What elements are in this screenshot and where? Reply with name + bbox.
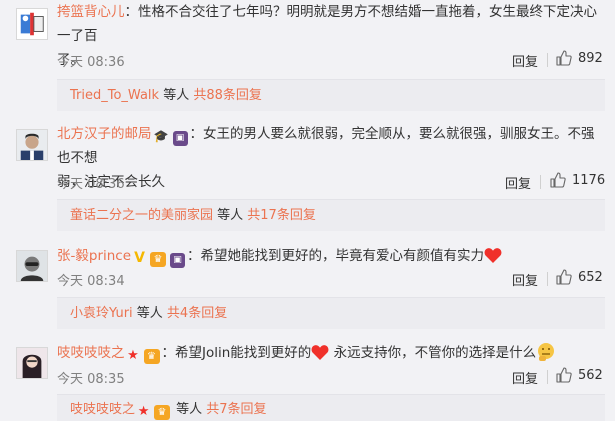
- star-badge-icon: ★: [127, 348, 139, 363]
- vip-crown-icon: ♛: [143, 349, 160, 364]
- like-count: 892: [578, 50, 603, 66]
- timestamp: 今天 08:34: [57, 274, 125, 289]
- timestamp: 今天 08:36: [57, 55, 125, 70]
- reply-count-link[interactable]: 共88条回复: [193, 88, 262, 103]
- reply-summary[interactable]: Tried_To_Walk 等人 共88条回复: [57, 79, 605, 111]
- reply-button[interactable]: 回复: [512, 51, 538, 70]
- comment-text: 吱吱吱吱之 ★ ♛ ：希望Jolin能找到更好的 永远支持你，不管你的选择是什么: [57, 341, 605, 365]
- divider: [540, 175, 541, 189]
- reply-count-link[interactable]: 共7条回复: [206, 402, 266, 417]
- reply-summary[interactable]: 小袁玲Yuri 等人 共4条回复: [57, 297, 605, 329]
- star-badge-icon: ★: [137, 404, 150, 419]
- reply-summary-text: 等人: [213, 208, 248, 223]
- like-button[interactable]: 562: [556, 367, 603, 383]
- like-count: 1176: [572, 172, 606, 188]
- username-link[interactable]: 吱吱吱吱之: [57, 345, 125, 361]
- divider: [547, 370, 548, 384]
- owl-badge-icon: 🎓: [153, 129, 169, 143]
- like-button[interactable]: 652: [556, 269, 603, 285]
- username-link[interactable]: 挎篮背心儿: [57, 4, 125, 20]
- vip-badge-icon: ▣: [172, 131, 188, 146]
- vip-crown-icon: ♛: [154, 405, 171, 420]
- comment-body-cont: 永远支持你，不管你的选择是什么: [329, 345, 537, 361]
- vip-crown-icon: ♛: [150, 252, 167, 267]
- avatar[interactable]: [16, 250, 48, 282]
- reply-summary-text: 等人: [172, 402, 207, 417]
- comment-body: ：希望她能找到更好的，毕竟有爱心有颜值有实力: [187, 248, 485, 264]
- reply-summary-text: 等人: [132, 306, 167, 321]
- username-link[interactable]: 张-毅prince: [57, 248, 131, 264]
- reply-summary[interactable]: 童话二分之一的美丽家园 等人 共17条回复: [57, 199, 605, 231]
- timestamp: 今天 08:36: [57, 177, 125, 192]
- avatar[interactable]: [16, 129, 48, 161]
- reply-user-link[interactable]: 童话二分之一的美丽家园: [70, 208, 213, 223]
- comment-body: ：性格不合交往了七年吗？明明就是男方不想结婚一直拖着，女生最终下定决心一了百: [57, 4, 597, 44]
- avatar[interactable]: [16, 8, 48, 40]
- like-button[interactable]: 892: [556, 50, 603, 66]
- reply-summary-text: 等人: [159, 88, 194, 103]
- like-count: 652: [578, 269, 603, 285]
- like-count: 562: [578, 367, 603, 383]
- reply-summary[interactable]: 吱吱吱吱之 ★ ♛ 等人 共7条回复: [57, 394, 605, 421]
- divider: [547, 272, 548, 286]
- reply-button[interactable]: 回复: [512, 270, 538, 289]
- like-button[interactable]: 1176: [550, 172, 605, 188]
- thumbs-up-icon: [556, 367, 572, 383]
- reply-user-link[interactable]: Tried_To_Walk: [70, 88, 159, 103]
- heart-emoji-icon: [311, 345, 329, 360]
- timestamp: 今天 08:35: [57, 372, 125, 387]
- heart-emoji-icon: [484, 248, 502, 263]
- level-badge-icon: ▣: [170, 253, 186, 268]
- verified-v-icon: V: [134, 250, 145, 266]
- thumbs-up-icon: [556, 50, 572, 66]
- avatar[interactable]: [16, 347, 48, 379]
- divider: [547, 53, 548, 67]
- comment-text: 张-毅prince V ♛ ▣ ：希望她能找到更好的，毕竟有爱心有颜值有实力: [57, 244, 605, 268]
- thumbs-up-icon: [556, 269, 572, 285]
- username-link[interactable]: 北方汉子的邮局: [57, 126, 152, 142]
- thumbs-up-icon: [550, 172, 566, 188]
- reply-user-link[interactable]: 吱吱吱吱之: [70, 402, 135, 417]
- comment-body: ：希望Jolin能找到更好的: [161, 345, 312, 361]
- reply-user-link[interactable]: 小袁玲Yuri: [70, 306, 133, 321]
- reply-button[interactable]: 回复: [512, 368, 538, 387]
- reply-button[interactable]: 回复: [505, 173, 531, 192]
- reply-count-link[interactable]: 共17条回复: [247, 208, 316, 223]
- reply-count-link[interactable]: 共4条回复: [167, 306, 227, 321]
- thinking-emoji-icon: [538, 343, 555, 361]
